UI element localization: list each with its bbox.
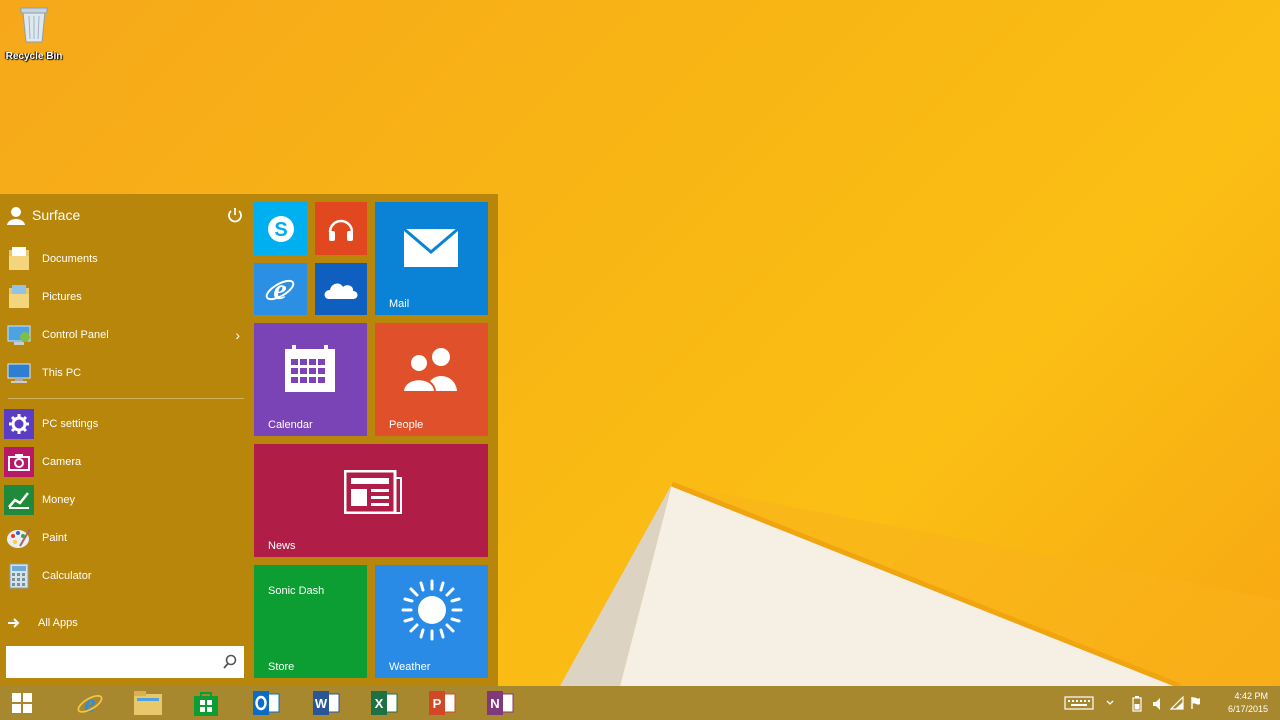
menu-item-money[interactable]: Money (4, 481, 246, 519)
all-apps-label: All Apps (38, 617, 78, 629)
taskbar-internet-explorer[interactable]: e (68, 688, 112, 718)
cloud-icon (324, 283, 358, 299)
arrow-right-icon (8, 618, 20, 628)
user-name: Surface (32, 207, 81, 223)
power-button[interactable] (226, 206, 244, 224)
user-account[interactable]: Surface (6, 202, 244, 228)
skype-icon: S (268, 216, 294, 242)
svg-text:P: P (433, 696, 442, 711)
system-tray: 4:42 PM 6/17/2015 (1040, 686, 1280, 720)
recycle-bin-icon (20, 7, 48, 43)
folder-documents-icon (4, 244, 34, 274)
tile-music[interactable] (315, 202, 367, 255)
menu-item-camera[interactable]: Camera (4, 443, 246, 481)
submenu-chevron-icon[interactable]: › (235, 327, 240, 343)
svg-text:e: e (273, 273, 286, 305)
start-menu: Surface Documents Pictures Control Panel… (0, 194, 498, 686)
store-bag-icon (194, 692, 218, 716)
excel-icon: X (371, 691, 398, 715)
tile-skype[interactable]: S (254, 202, 307, 255)
headphones-icon (328, 219, 354, 241)
taskbar-store[interactable] (184, 688, 228, 718)
folder-icon (134, 691, 162, 715)
internet-explorer-icon: e (265, 273, 295, 305)
svg-text:e: e (84, 689, 96, 717)
camera-icon (4, 447, 34, 477)
tile-people[interactable]: People (375, 323, 488, 436)
calendar-icon (285, 345, 335, 392)
tile-internet-explorer[interactable]: e (254, 263, 307, 315)
svg-text:W: W (315, 696, 328, 711)
action-center-flag-icon[interactable] (1190, 696, 1202, 710)
taskbar-clock[interactable]: 4:42 PM 6/17/2015 (1228, 690, 1268, 716)
taskbar-outlook[interactable] (244, 688, 288, 718)
control-panel-icon (4, 320, 34, 350)
start-menu-list: Documents Pictures Control Panel › This (4, 240, 246, 595)
network-signal-icon[interactable] (1170, 696, 1184, 710)
tile-onedrive[interactable] (315, 263, 367, 315)
internet-explorer-icon: e (77, 689, 103, 717)
volume-icon[interactable] (1152, 697, 1164, 711)
tile-mail[interactable]: Mail (375, 202, 488, 315)
taskbar-excel[interactable]: X (362, 688, 406, 718)
tile-calendar[interactable]: Calendar (254, 323, 367, 436)
newspaper-icon (344, 470, 402, 514)
gear-icon (4, 409, 34, 439)
recycle-bin-shortcut[interactable]: Recycle Bin (4, 4, 64, 62)
touch-keyboard-icon[interactable] (1064, 696, 1094, 710)
tile-label: Weather (389, 661, 431, 673)
mail-envelope-icon (403, 228, 459, 267)
all-apps-button[interactable]: All Apps (8, 612, 78, 634)
battery-icon[interactable] (1132, 696, 1142, 712)
search-icon[interactable] (222, 654, 238, 670)
menu-item-this-pc[interactable]: This PC (4, 354, 246, 392)
tile-label: Store (268, 661, 295, 673)
taskbar-onenote[interactable]: N (478, 688, 522, 718)
svg-text:N: N (490, 696, 499, 711)
people-icon (401, 348, 457, 393)
sun-icon (401, 579, 463, 641)
recycle-bin-label: Recycle Bin (5, 51, 63, 62)
user-avatar-icon (7, 207, 25, 225)
menu-item-paint[interactable]: Paint (4, 519, 246, 557)
onenote-icon: N (487, 691, 514, 715)
tile-label: People (389, 419, 424, 431)
svg-text:S: S (274, 219, 287, 241)
menu-item-pictures[interactable]: Pictures (4, 278, 246, 316)
menu-divider (8, 398, 244, 399)
tile-weather[interactable]: Weather (375, 565, 488, 678)
tile-news[interactable]: News (254, 444, 488, 557)
start-menu-left-pane: Surface Documents Pictures Control Panel… (0, 194, 250, 686)
paint-palette-icon (4, 523, 34, 553)
tile-label: Calendar (268, 419, 313, 431)
taskbar-powerpoint[interactable]: P (420, 688, 464, 718)
folder-pictures-icon (4, 282, 34, 312)
clock-time: 4:42 PM (1234, 691, 1268, 701)
windows-logo-icon (12, 693, 32, 713)
powerpoint-icon: P (429, 691, 456, 715)
tile-app-title: Sonic Dash (268, 585, 325, 597)
search-box[interactable] (6, 646, 244, 678)
menu-item-pc-settings[interactable]: PC settings (4, 405, 246, 443)
tile-label: News (268, 540, 296, 552)
start-button[interactable] (0, 688, 44, 718)
menu-item-control-panel[interactable]: Control Panel › (4, 316, 246, 354)
money-chart-icon (4, 485, 34, 515)
calculator-icon (4, 561, 34, 591)
svg-text:X: X (375, 696, 384, 711)
taskbar-file-explorer[interactable] (126, 688, 170, 718)
taskbar: e W X P N 4:42 PM 6/17/2015 (0, 686, 1280, 720)
computer-icon (4, 358, 34, 388)
menu-item-documents[interactable]: Documents (4, 240, 246, 278)
tile-store[interactable]: Sonic Dash Store (254, 565, 367, 678)
show-hidden-icons-chevron-icon[interactable] (1106, 700, 1114, 706)
taskbar-word[interactable]: W (304, 688, 348, 718)
menu-item-calculator[interactable]: Calculator (4, 557, 246, 595)
tile-label: Mail (389, 298, 410, 310)
word-icon: W (313, 691, 340, 715)
clock-date: 6/17/2015 (1227, 704, 1268, 714)
outlook-icon (253, 691, 280, 715)
